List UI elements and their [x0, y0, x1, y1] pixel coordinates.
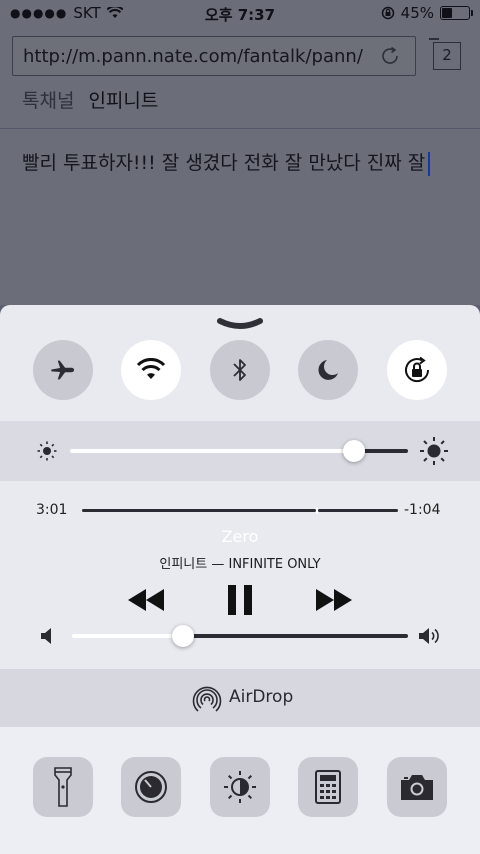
timer-icon — [135, 771, 167, 803]
calculator-button[interactable] — [298, 757, 358, 817]
comment-text: 빨리 투표하자!!! 잘 생겼다 전화 잘 만났다 진짜 잘 — [22, 152, 426, 174]
airdrop-label: AirDrop — [229, 687, 294, 707]
url-text: http://m.pann.nate.com/fantalk/pann/w... — [23, 46, 363, 67]
orientation-lock-status-icon — [381, 6, 394, 20]
reload-icon[interactable] — [379, 45, 401, 67]
battery-percent: 45% — [400, 4, 434, 22]
rotation-lock-icon — [405, 356, 430, 383]
scrubber-track[interactable] — [317, 509, 398, 512]
fast-forward-icon — [316, 589, 352, 611]
night-shift-icon — [224, 771, 256, 803]
fast-forward-button[interactable] — [314, 582, 354, 618]
brightness-slider-knob[interactable] — [342, 440, 365, 462]
shortcut-row — [0, 727, 480, 854]
calculator-icon — [315, 770, 341, 804]
volume-slider-fill — [72, 634, 183, 638]
track-artist-album: 인피니트 — INFINITE ONLY — [159, 557, 321, 572]
music-player: 3:01 -1:04 Zero 인피니트 — INFINITE ONLY — [0, 481, 480, 669]
airdrop-icon — [192, 686, 222, 712]
browser-background: ●●●●● SKT 오후 7:37 45% http://m.pann.nate… — [0, 0, 480, 305]
battery-icon — [440, 6, 473, 20]
camera-icon — [401, 775, 433, 800]
rotation-lock-toggle[interactable] — [387, 340, 447, 400]
brightness-section — [0, 421, 480, 481]
rewind-icon — [128, 589, 164, 611]
comment-input[interactable]: 빨리 투표하자!!! 잘 생겼다 전화 잘 만났다 진짜 잘 — [22, 148, 431, 176]
wifi-icon — [136, 358, 166, 379]
tabs-button[interactable]: 2 — [429, 38, 461, 70]
track-title: Zero — [221, 527, 259, 546]
breadcrumb-current[interactable]: 인피니트 — [88, 90, 158, 112]
volume-slider-track[interactable] — [182, 634, 408, 638]
bluetooth-toggle[interactable] — [210, 340, 270, 400]
brightness-low-icon — [37, 441, 57, 461]
airdrop-button[interactable]: AirDrop — [0, 669, 480, 727]
pause-button[interactable] — [222, 582, 258, 618]
flashlight-icon — [54, 767, 72, 807]
divider — [0, 128, 480, 129]
remaining-time: -1:04 — [404, 502, 441, 518]
breadcrumb-channel[interactable]: 톡채널 — [22, 90, 74, 112]
scrubber-position[interactable] — [315, 507, 318, 514]
wifi-toggle[interactable] — [121, 340, 181, 400]
pause-icon — [228, 585, 252, 615]
airplane-icon — [51, 360, 75, 380]
chevron-down-icon[interactable] — [216, 317, 264, 331]
timer-button[interactable] — [121, 757, 181, 817]
moon-icon — [318, 360, 338, 380]
text-caret — [428, 151, 431, 176]
brightness-high-icon — [420, 437, 448, 465]
bluetooth-icon — [233, 359, 246, 381]
volume-slider-knob[interactable] — [171, 625, 194, 647]
camera-button[interactable] — [387, 757, 447, 817]
status-bar: ●●●●● SKT 오후 7:37 45% — [0, 0, 480, 26]
brightness-slider-fill — [70, 449, 354, 453]
volume-low-icon — [41, 628, 51, 644]
airplane-mode-toggle[interactable] — [33, 340, 93, 400]
night-shift-button[interactable] — [210, 757, 270, 817]
scrubber-played — [82, 509, 316, 512]
address-bar[interactable]: http://m.pann.nate.com/fantalk/pann/w... — [12, 36, 416, 76]
flashlight-button[interactable] — [33, 757, 93, 817]
toggle-row — [0, 340, 480, 410]
rewind-button[interactable] — [126, 582, 166, 618]
control-center: 3:01 -1:04 Zero 인피니트 — INFINITE ONLY Air… — [0, 305, 480, 854]
elapsed-time: 3:01 — [36, 502, 68, 518]
volume-high-icon — [419, 628, 439, 644]
do-not-disturb-toggle[interactable] — [298, 340, 358, 400]
breadcrumb: 톡채널 인피니트 — [22, 86, 158, 113]
